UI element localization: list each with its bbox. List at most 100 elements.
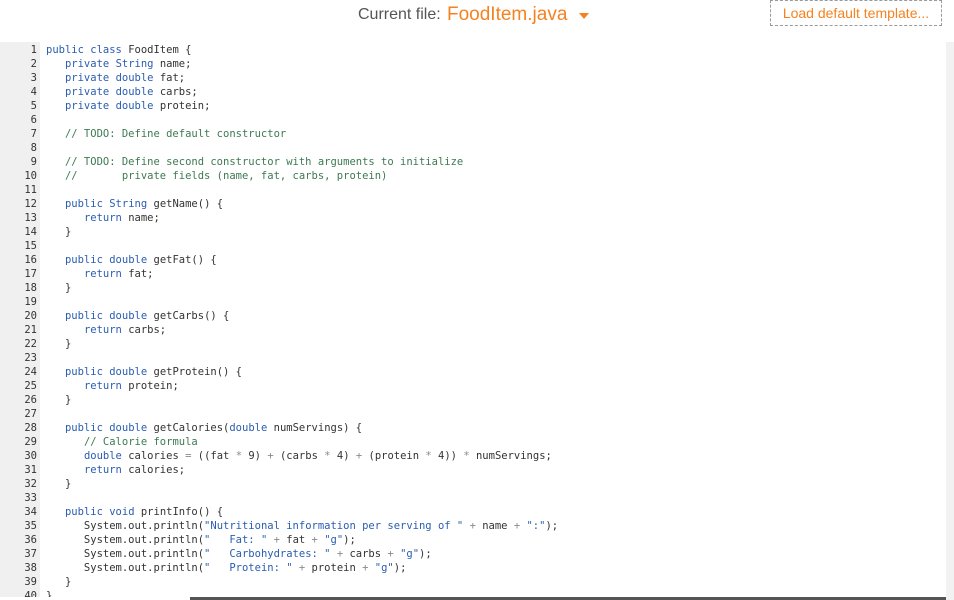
code-token: double xyxy=(109,422,148,434)
code-text[interactable]: } xyxy=(46,393,71,407)
code-text[interactable]: private String name; xyxy=(46,57,191,71)
code-line[interactable]: 37 System.out.println(" Carbohydrates: "… xyxy=(0,547,946,561)
code-line[interactable]: 23 xyxy=(0,351,946,365)
code-text[interactable]: } xyxy=(46,589,52,597)
code-line[interactable]: 1 public class FoodItem { xyxy=(0,43,946,57)
code-line[interactable]: 32 } xyxy=(0,477,946,491)
code-line[interactable]: 10 // private fields (name, fat, carbs, … xyxy=(0,169,946,183)
code-text[interactable]: return calories; xyxy=(46,463,185,477)
code-text[interactable]: public double getCarbs() { xyxy=(46,309,229,323)
code-text[interactable]: // Calorie formula xyxy=(46,435,198,449)
code-line[interactable]: 11 xyxy=(0,183,946,197)
code-line[interactable]: 35 System.out.println("Nutritional infor… xyxy=(0,519,946,533)
code-line[interactable]: 38 System.out.println(" Protein: " + pro… xyxy=(0,561,946,575)
code-line[interactable]: 40} xyxy=(0,589,946,597)
code-text[interactable]: } xyxy=(46,281,71,295)
code-token: "g" xyxy=(400,548,420,560)
code-text[interactable]: return carbs; xyxy=(46,323,166,337)
line-number: 12 xyxy=(24,198,37,210)
code-line[interactable]: 18 } xyxy=(0,281,946,295)
vertical-scrollbar[interactable] xyxy=(946,42,954,600)
code-text[interactable]: return protein; xyxy=(46,379,179,393)
code-text[interactable]: private double carbs; xyxy=(46,85,198,99)
code-text[interactable]: public String getName() { xyxy=(46,197,223,211)
chevron-down-icon[interactable] xyxy=(579,13,590,19)
code-text[interactable]: System.out.println(" Carbohydrates: " + … xyxy=(46,547,432,561)
code-line[interactable]: 9 // TODO: Define second constructor wit… xyxy=(0,155,946,169)
code-text[interactable]: } xyxy=(46,575,71,589)
load-default-template-button[interactable]: Load default template... xyxy=(770,0,942,26)
code-token: protein; xyxy=(121,380,179,392)
code-line[interactable]: 3 private double fat; xyxy=(0,71,946,85)
code-token: public xyxy=(64,422,103,434)
code-line[interactable]: 29 // Calorie formula xyxy=(0,435,946,449)
code-line[interactable]: 14 } xyxy=(0,225,946,239)
line-number: 29 xyxy=(24,436,37,448)
code-line[interactable]: 8 xyxy=(0,141,946,155)
code-text[interactable]: // TODO: Define default constructor xyxy=(46,127,286,141)
code-text[interactable]: System.out.println(" Protein: " + protei… xyxy=(46,561,406,575)
code-text[interactable]: // private fields (name, fat, carbs, pro… xyxy=(46,169,387,183)
code-token: return xyxy=(83,464,122,476)
line-number: 26 xyxy=(24,394,37,406)
code-line[interactable]: 5 private double protein; xyxy=(0,99,946,113)
code-line[interactable]: 24 public double getProtein() { xyxy=(0,365,946,379)
code-line[interactable]: 4 private double carbs; xyxy=(0,85,946,99)
code-line[interactable]: 30 double calories = ((fat * 9) + (carbs… xyxy=(0,449,946,463)
code-line[interactable]: 6 xyxy=(0,113,946,127)
code-text[interactable]: private double protein; xyxy=(46,99,210,113)
code-line[interactable]: 31 return calories; xyxy=(0,463,946,477)
code-text[interactable]: double calories = ((fat * 9) + (carbs * … xyxy=(46,449,552,463)
code-line[interactable]: 36 System.out.println(" Fat: " + fat + "… xyxy=(0,533,946,547)
code-line[interactable]: 19 xyxy=(0,295,946,309)
code-line[interactable]: 2 private String name; xyxy=(0,57,946,71)
code-token: protein; xyxy=(153,100,211,112)
code-line[interactable]: 16 public double getFat() { xyxy=(0,253,946,267)
line-number: 20 xyxy=(24,310,37,322)
code-line[interactable]: 34 public void printInfo() { xyxy=(0,505,946,519)
code-text[interactable]: System.out.println("Nutritional informat… xyxy=(46,519,558,533)
code-text[interactable]: public double getCalories(double numServ… xyxy=(46,421,362,435)
code-line[interactable]: 20 public double getCarbs() { xyxy=(0,309,946,323)
code-line[interactable]: 22 } xyxy=(0,337,946,351)
line-number: 37 xyxy=(24,548,37,560)
code-token: System.out.println( xyxy=(46,548,205,560)
code-token: // TODO: Define default constructor xyxy=(64,128,287,140)
code-token: // TODO: Define second constructor with … xyxy=(64,156,464,168)
code-text[interactable]: public double getFat() { xyxy=(46,253,217,267)
code-text[interactable]: } xyxy=(46,477,71,491)
file-name[interactable]: FoodItem.java xyxy=(447,4,567,26)
code-line[interactable]: 26 } xyxy=(0,393,946,407)
file-select-dropdown[interactable]: FoodItem.java xyxy=(447,4,590,26)
code-line[interactable]: 33 xyxy=(0,491,946,505)
code-text[interactable]: // TODO: Define second constructor with … xyxy=(46,155,463,169)
file-header: Current file: FoodItem.java Load default… xyxy=(0,0,954,42)
code-text[interactable]: public void printInfo() { xyxy=(46,505,223,519)
code-text[interactable]: return fat; xyxy=(46,267,154,281)
code-text[interactable]: return name; xyxy=(46,211,160,225)
code-text[interactable]: public double getProtein() { xyxy=(46,365,242,379)
code-line[interactable]: 7 // TODO: Define default constructor xyxy=(0,127,946,141)
code-text[interactable]: } xyxy=(46,225,71,239)
code-text[interactable]: System.out.println(" Fat: " + fat + "g")… xyxy=(46,533,356,547)
code-line[interactable]: 15 xyxy=(0,239,946,253)
code-editor[interactable]: 1 public class FoodItem {2 private String… xyxy=(0,42,946,597)
code-text[interactable]: public class FoodItem { xyxy=(46,43,191,57)
code-text[interactable]: } xyxy=(46,337,71,351)
code-token: private xyxy=(64,100,110,112)
code-line[interactable]: 13 return name; xyxy=(0,211,946,225)
code-line[interactable]: 28 public double getCalories(double numS… xyxy=(0,421,946,435)
code-line[interactable]: 17 return fat; xyxy=(0,267,946,281)
code-token: (carbs xyxy=(273,450,325,462)
code-line[interactable]: 25 return protein; xyxy=(0,379,946,393)
code-line[interactable]: 21 return carbs; xyxy=(0,323,946,337)
line-number: 35 xyxy=(24,520,37,532)
code-line[interactable]: 39 } xyxy=(0,575,946,589)
code-text[interactable]: private double fat; xyxy=(46,71,185,85)
code-line[interactable]: 12 public String getName() { xyxy=(0,197,946,211)
code-line[interactable]: 27 xyxy=(0,407,946,421)
